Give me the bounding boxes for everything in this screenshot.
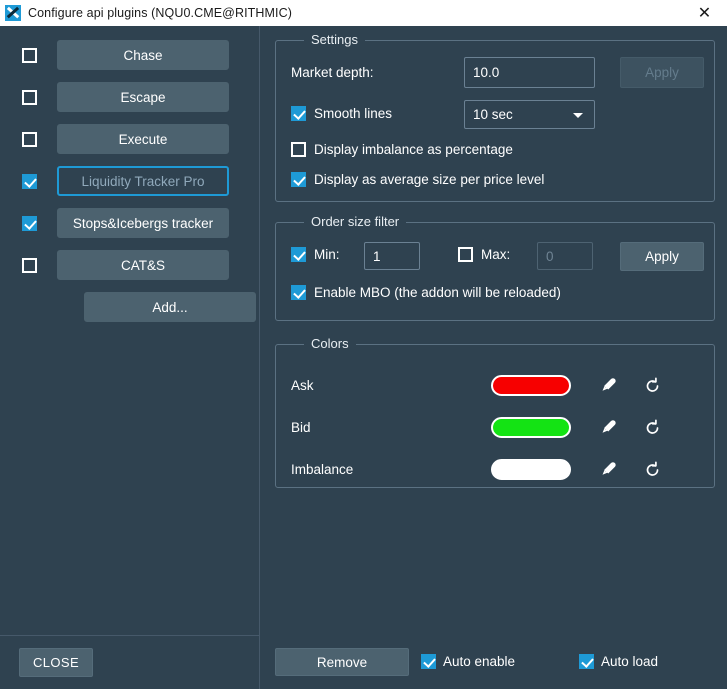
enable-mbo-label: Enable MBO (the addon will be reloaded) — [314, 285, 561, 300]
auto-load-label: Auto load — [601, 654, 659, 669]
plugin-button-escape[interactable]: Escape — [57, 82, 229, 112]
order-size-filter-group: Order size filter Min: 1 Max: 0 Apply En… — [275, 214, 715, 321]
plugin-list: Chase Escape Execute Liquidity Tracker P… — [0, 34, 260, 328]
enable-mbo-row[interactable]: Enable MBO (the addon will be reloaded) — [291, 285, 561, 300]
min-label: Min: — [314, 247, 340, 262]
title-bar: Configure api plugins (NQU0.CME@RITHMIC)… — [0, 0, 727, 26]
sidebar-divider — [0, 635, 260, 636]
plugin-checkbox-chase[interactable] — [22, 47, 37, 63]
max-input[interactable]: 0 — [537, 242, 593, 270]
color-swatch-ask[interactable] — [491, 374, 571, 396]
min-checkbox[interactable] — [291, 247, 306, 262]
imbalance-percentage-label: Display imbalance as percentage — [314, 142, 513, 157]
reset-arrow-icon-bid[interactable] — [639, 414, 665, 440]
order-size-filter-group-title: Order size filter — [304, 214, 407, 229]
colors-group-title: Colors — [304, 336, 356, 351]
reset-arrow-icon-imbalance[interactable] — [639, 456, 665, 482]
plugin-row[interactable]: Stops&Icebergs tracker — [0, 202, 260, 244]
plugin-button-cats[interactable]: CAT&S — [57, 250, 229, 280]
window-title: Configure api plugins (NQU0.CME@RITHMIC) — [28, 6, 292, 20]
average-size-row[interactable]: Display as average size per price level — [291, 172, 544, 187]
colors-group: Colors Ask Bid Imbalance — [275, 336, 715, 488]
smooth-lines-row[interactable]: Smooth lines — [291, 106, 392, 121]
interval-dropdown[interactable]: 10 sec — [464, 100, 595, 129]
auto-enable-row[interactable]: Auto enable — [421, 654, 515, 669]
plugin-checkbox-liquidity-tracker-pro[interactable] — [22, 173, 37, 189]
eyedropper-icon-bid[interactable] — [596, 414, 622, 440]
color-label-imbalance: Imbalance — [291, 461, 354, 477]
min-row[interactable]: Min: — [291, 247, 340, 262]
plugin-row-add[interactable]: Add... — [0, 286, 260, 328]
color-row-imbalance: Imbalance — [291, 455, 711, 483]
settings-panel: Settings Market depth: 10.0 Apply Smooth… — [261, 26, 727, 689]
settings-group: Settings Market depth: 10.0 Apply Smooth… — [275, 32, 715, 202]
color-row-bid: Bid — [291, 413, 711, 441]
settings-group-title: Settings — [304, 32, 365, 47]
imbalance-percentage-checkbox[interactable] — [291, 142, 306, 157]
plugin-button-chase[interactable]: Chase — [57, 40, 229, 70]
min-input[interactable]: 1 — [364, 242, 420, 270]
order-size-apply-button[interactable]: Apply — [620, 242, 704, 271]
market-depth-input[interactable]: 10.0 — [464, 57, 595, 88]
plugin-row[interactable]: Chase — [0, 34, 260, 76]
max-label: Max: — [481, 247, 511, 262]
max-checkbox[interactable] — [458, 247, 473, 262]
add-plugin-button[interactable]: Add... — [84, 292, 256, 322]
plugin-row[interactable]: CAT&S — [0, 244, 260, 286]
eyedropper-icon-ask[interactable] — [596, 372, 622, 398]
color-row-ask: Ask — [291, 371, 711, 399]
plugin-checkbox-execute[interactable] — [22, 131, 37, 147]
imbalance-percentage-row[interactable]: Display imbalance as percentage — [291, 142, 513, 157]
average-size-label: Display as average size per price level — [314, 172, 545, 187]
max-row[interactable]: Max: — [458, 247, 510, 262]
auto-load-row[interactable]: Auto load — [579, 654, 658, 669]
plugin-row[interactable]: Liquidity Tracker Pro — [0, 160, 260, 202]
window-body: Chase Escape Execute Liquidity Tracker P… — [0, 26, 727, 689]
plugin-checkbox-stops-icebergs-tracker[interactable] — [22, 215, 37, 231]
color-label-bid: Bid — [291, 419, 311, 435]
close-button[interactable]: CLOSE — [19, 648, 93, 677]
settings-apply-button[interactable]: Apply — [620, 57, 704, 88]
smooth-lines-checkbox[interactable] — [291, 106, 306, 121]
enable-mbo-checkbox[interactable] — [291, 285, 306, 300]
smooth-lines-label: Smooth lines — [314, 106, 393, 121]
plugin-row[interactable]: Execute — [0, 118, 260, 160]
plugin-sidebar: Chase Escape Execute Liquidity Tracker P… — [0, 26, 260, 689]
auto-enable-checkbox[interactable] — [421, 654, 436, 669]
auto-load-checkbox[interactable] — [579, 654, 594, 669]
plugin-checkbox-escape[interactable] — [22, 89, 37, 105]
plugin-row[interactable]: Escape — [0, 76, 260, 118]
remove-button[interactable]: Remove — [275, 648, 409, 676]
average-size-checkbox[interactable] — [291, 172, 306, 187]
color-swatch-imbalance[interactable] — [491, 458, 571, 480]
auto-enable-label: Auto enable — [443, 654, 516, 669]
plugin-button-stops-icebergs-tracker[interactable]: Stops&Icebergs tracker — [57, 208, 229, 238]
chevron-down-icon — [573, 112, 583, 118]
plugin-button-liquidity-tracker-pro[interactable]: Liquidity Tracker Pro — [57, 166, 229, 196]
reset-arrow-icon-ask[interactable] — [639, 372, 665, 398]
x-logo-icon — [5, 5, 21, 21]
eyedropper-icon-imbalance[interactable] — [596, 456, 622, 482]
plugin-checkbox-cats[interactable] — [22, 257, 37, 273]
interval-dropdown-value: 10 sec — [473, 107, 513, 122]
color-label-ask: Ask — [291, 377, 314, 393]
color-swatch-bid[interactable] — [491, 416, 571, 438]
market-depth-label: Market depth: — [291, 65, 374, 80]
close-icon[interactable]: ✕ — [682, 0, 727, 26]
plugin-button-execute[interactable]: Execute — [57, 124, 229, 154]
